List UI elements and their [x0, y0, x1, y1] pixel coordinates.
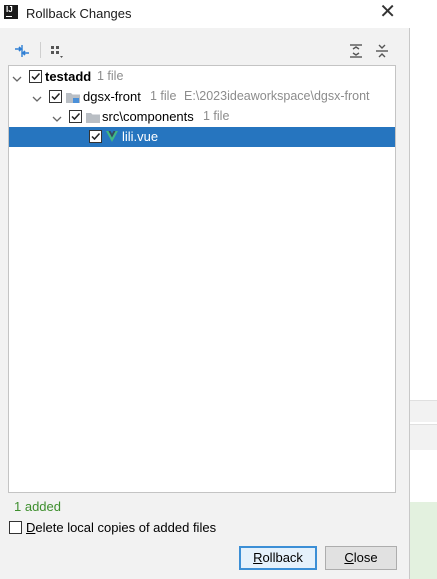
app-logo-icon: IJ	[4, 5, 18, 19]
close-button[interactable]: Close	[325, 546, 397, 570]
background-window-strip	[409, 400, 437, 422]
module-folder-icon	[65, 91, 81, 107]
title-bar: IJ Rollback Changes ✕	[0, 0, 410, 28]
chevron-down-icon[interactable]	[52, 112, 62, 122]
close-window-button[interactable]: ✕	[379, 2, 396, 22]
tree-row-root[interactable]: testadd 1 file	[9, 67, 395, 87]
vue-file-icon	[105, 130, 119, 146]
dialog-title: Rollback Changes	[26, 6, 132, 21]
folder-label: src\components	[102, 109, 194, 124]
changes-summary: 1 added	[14, 499, 61, 514]
root-checkbox[interactable]	[29, 70, 42, 83]
tree-row-file[interactable]: lili.vue	[9, 127, 395, 147]
toolbar-separator	[40, 42, 41, 58]
file-checkbox[interactable]	[89, 130, 102, 143]
module-file-count: 1 file	[150, 89, 177, 103]
rollback-button[interactable]: Rollback	[239, 546, 317, 570]
folder-icon	[85, 111, 101, 127]
merge-arrows-icon[interactable]	[13, 42, 31, 60]
background-window-strip	[409, 424, 437, 450]
root-label: testadd	[45, 69, 92, 84]
file-label: lili.vue	[122, 129, 159, 144]
group-by-icon[interactable]	[48, 42, 66, 60]
root-file-count: 1 file	[97, 69, 124, 83]
module-path: E:\2023ideaworkspace\dgsx-front	[184, 89, 370, 103]
changes-tree[interactable]: testadd 1 file dgsx-front 1 file E:\2023…	[8, 65, 396, 493]
chevron-down-icon[interactable]	[32, 92, 42, 102]
expand-all-icon[interactable]	[347, 42, 365, 60]
delete-local-copies-label[interactable]: Delete local copies of added files	[26, 520, 216, 535]
chevron-down-icon[interactable]	[12, 72, 22, 82]
rollback-dialog: IJ Rollback Changes ✕ testadd 1 file dgs…	[0, 0, 410, 579]
folder-file-count: 1 file	[203, 109, 230, 123]
background-window-strip	[409, 502, 437, 579]
module-label: dgsx-front	[83, 89, 141, 104]
module-checkbox[interactable]	[49, 90, 62, 103]
toolbar	[0, 36, 410, 64]
tree-row-folder[interactable]: src\components 1 file	[9, 107, 395, 127]
delete-local-copies-checkbox[interactable]	[9, 521, 22, 534]
collapse-all-icon[interactable]	[373, 42, 391, 60]
folder-checkbox[interactable]	[69, 110, 82, 123]
tree-row-module[interactable]: dgsx-front 1 file E:\2023ideaworkspace\d…	[9, 87, 395, 107]
